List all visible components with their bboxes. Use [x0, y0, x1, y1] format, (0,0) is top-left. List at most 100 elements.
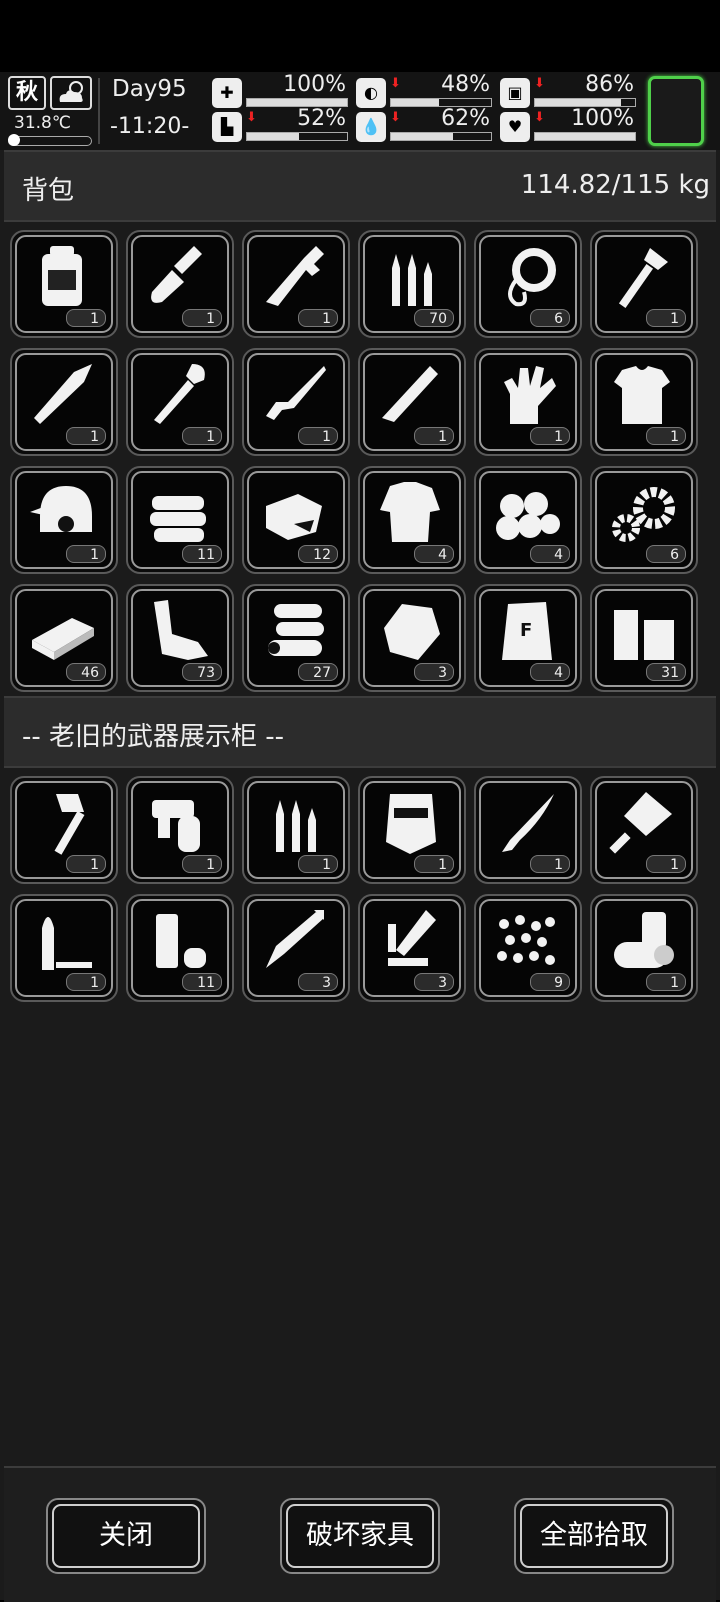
item-slot[interactable]: 1	[10, 776, 118, 884]
stat-bar	[246, 132, 348, 141]
item-slot[interactable]: 9	[474, 894, 582, 1002]
item-count: 9	[530, 973, 570, 991]
item-slot[interactable]: 27	[242, 584, 350, 692]
destroy-furniture-button[interactable]: 破坏家具	[280, 1498, 440, 1574]
item-slot[interactable]: 4	[358, 466, 466, 574]
spear-icon	[34, 364, 92, 424]
backpack-grid[interactable]: 1 1 1 70 6 1 1 1 1 1 1 1 1 11 12 4 4 6 46 73 27 3 F 4 31	[10, 230, 710, 692]
item-slot[interactable]: 70	[358, 230, 466, 338]
item-count: 1	[414, 427, 454, 445]
stat-value: 86%	[585, 72, 634, 97]
item-count: 1	[66, 427, 106, 445]
temperature-readout: 31.8℃	[14, 113, 71, 133]
item-count: 4	[530, 663, 570, 681]
backpack-weight: 114.82/115 kg	[520, 170, 710, 200]
item-count: 6	[646, 545, 686, 563]
item-count: 27	[298, 663, 338, 681]
season-indicator: 秋	[8, 76, 46, 110]
item-slot[interactable]: 11	[126, 894, 234, 1002]
item-slot[interactable]: 1	[590, 894, 698, 1002]
meat-icon	[266, 494, 322, 540]
item-slot[interactable]: 1	[10, 466, 118, 574]
item-count: 3	[414, 663, 454, 681]
item-slot[interactable]: 1	[242, 776, 350, 884]
item-slot[interactable]: 3	[358, 584, 466, 692]
equipped-slot[interactable]	[648, 76, 704, 146]
item-slot[interactable]: 6	[474, 230, 582, 338]
item-count: 4	[530, 545, 570, 563]
stat-medkit: ✚ 100%	[212, 72, 348, 110]
machete-icon	[382, 366, 438, 422]
stat-value: 62%	[441, 106, 490, 131]
boot-icon: ▙	[212, 112, 242, 142]
item-slot[interactable]: 1	[358, 348, 466, 456]
item-slot[interactable]: 46	[10, 584, 118, 692]
stat-boot: ▙ ⬇ 52%	[212, 106, 348, 144]
helmet-icon	[30, 486, 92, 532]
planks-icon	[614, 610, 674, 660]
system-status-bar	[0, 0, 720, 72]
item-count: 11	[182, 545, 222, 563]
temperature-bar	[8, 136, 92, 146]
svg-text:F: F	[520, 620, 532, 641]
arrow-icon	[266, 910, 324, 968]
water-drop-icon: 💧	[356, 112, 386, 142]
item-slot[interactable]: 31	[590, 584, 698, 692]
item-slot[interactable]: 73	[126, 584, 234, 692]
item-slot[interactable]: 1	[358, 776, 466, 884]
ingot-icon	[32, 618, 94, 660]
body-armor-icon	[614, 366, 670, 424]
decrease-arrow-icon: ⬇	[390, 110, 401, 125]
item-count: 1	[182, 427, 222, 445]
stat-bar-fill	[247, 99, 347, 106]
item-slot[interactable]: 1	[10, 894, 118, 1002]
item-count: 1	[646, 309, 686, 327]
stat-bar-fill	[535, 133, 635, 140]
item-slot[interactable]: F4	[474, 584, 582, 692]
stat-bar-fill	[391, 133, 453, 140]
item-slot[interactable]: 1	[590, 776, 698, 884]
fire-axe-icon	[54, 794, 85, 855]
item-slot[interactable]: 1	[10, 230, 118, 338]
item-slot[interactable]: 1	[474, 776, 582, 884]
take-all-button[interactable]: 全部拾取	[514, 1498, 674, 1574]
item-count: 1	[66, 309, 106, 327]
item-count: 1	[646, 427, 686, 445]
item-slot[interactable]: 11	[126, 466, 234, 574]
item-slot[interactable]: 1	[242, 348, 350, 456]
item-slot[interactable]: 1	[590, 348, 698, 456]
item-count: 1	[182, 855, 222, 873]
ammo-icon	[392, 254, 432, 306]
stat-value: 100%	[571, 106, 634, 131]
item-slot[interactable]: 1	[10, 348, 118, 456]
item-count: 3	[298, 973, 338, 991]
stat-heart: ♥ ⬇ 100%	[500, 106, 636, 144]
item-slot[interactable]: 1	[242, 230, 350, 338]
container-grid[interactable]: 1 1 1 1 1 1 1 11 3 3 9 1	[10, 776, 710, 1006]
item-slot[interactable]: 3	[358, 894, 466, 1002]
item-count: 1	[298, 427, 338, 445]
item-slot[interactable]: 1	[126, 348, 234, 456]
cotton-balls-icon	[496, 492, 560, 540]
stomach-icon: ◐	[356, 78, 386, 108]
decrease-arrow-icon: ⬇	[534, 110, 545, 125]
item-slot[interactable]: 1	[126, 776, 234, 884]
item-slot[interactable]: 1	[590, 230, 698, 338]
item-slot[interactable]: 1	[474, 348, 582, 456]
close-button[interactable]: 关闭	[46, 1498, 206, 1574]
item-count: 46	[66, 663, 106, 681]
rope-icon	[508, 248, 556, 307]
item-count: 1	[414, 855, 454, 873]
stat-bar	[390, 132, 492, 141]
stat-mind: ▣ ⬇ 86%	[500, 72, 636, 110]
decrease-arrow-icon: ⬇	[246, 110, 257, 125]
decrease-arrow-icon: ⬇	[390, 76, 401, 91]
item-slot[interactable]: 4	[474, 466, 582, 574]
item-slot[interactable]: 3	[242, 894, 350, 1002]
temperature-marker	[8, 134, 20, 146]
backpack-title: 背包	[22, 176, 75, 206]
stat-bar	[534, 132, 636, 141]
item-slot[interactable]: 1	[126, 230, 234, 338]
item-slot[interactable]: 12	[242, 466, 350, 574]
item-slot[interactable]: 6	[590, 466, 698, 574]
